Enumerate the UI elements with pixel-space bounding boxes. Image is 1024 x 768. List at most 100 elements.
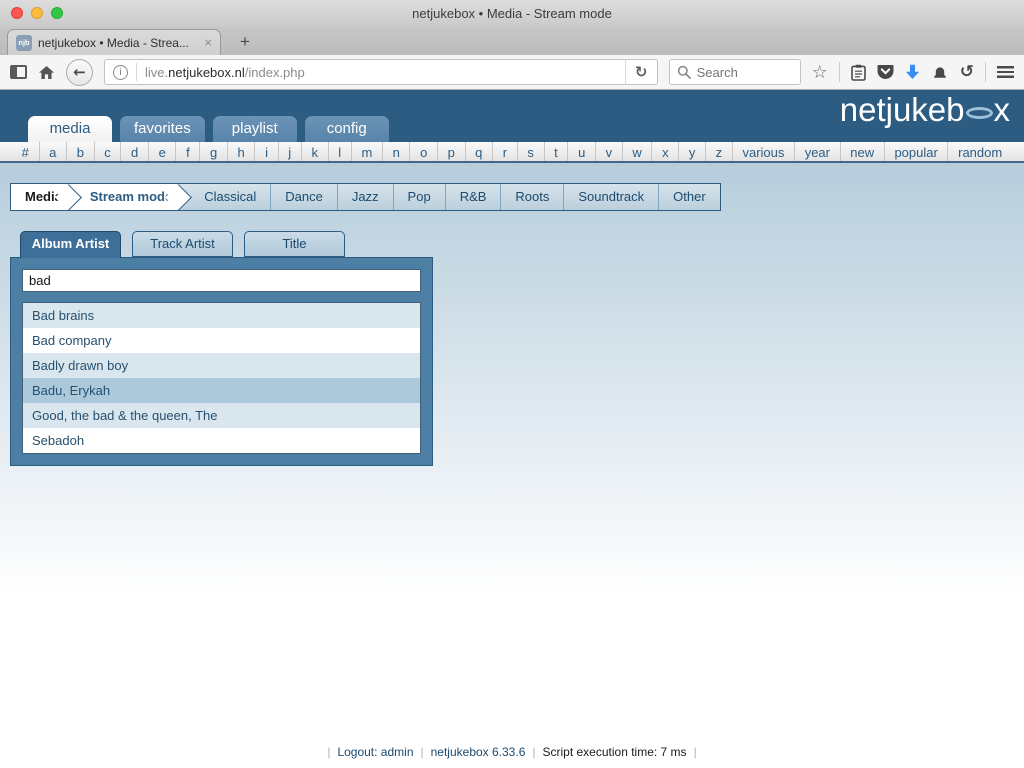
result-row-good-the-bad-the-queen-the[interactable]: Good, the bad & the queen, The	[23, 403, 420, 428]
reload-button[interactable]: ↻	[625, 59, 657, 85]
logout-link[interactable]: Logout: admin	[337, 745, 413, 759]
home-button[interactable]	[38, 65, 55, 80]
version-link[interactable]: netjukebox 6.33.6	[431, 745, 526, 759]
index-item-a[interactable]: a	[39, 142, 67, 161]
genre-dance[interactable]: Dance	[270, 184, 337, 210]
index-item-q[interactable]: q	[465, 142, 493, 161]
site-header: netjukebx media favorites playlist config	[0, 90, 1024, 142]
index-item-v[interactable]: v	[595, 142, 622, 161]
menu-button[interactable]	[997, 66, 1014, 78]
index-item-random[interactable]: random	[947, 142, 1011, 161]
search-tab-track-artist[interactable]: Track Artist	[132, 231, 233, 257]
genre-roots[interactable]: Roots	[500, 184, 563, 210]
site-tab-config[interactable]: config	[305, 116, 389, 142]
index-item-j[interactable]: j	[278, 142, 301, 161]
filter-panel: Bad brainsBad companyBadly drawn boyBadu…	[10, 257, 433, 466]
genre-classical[interactable]: Classical	[179, 184, 270, 210]
index-item-f[interactable]: f	[175, 142, 199, 161]
toolbar-divider	[985, 62, 986, 82]
search-bar[interactable]	[669, 59, 801, 85]
logo-o-ellipse	[966, 107, 993, 119]
reading-list-button[interactable]	[851, 64, 866, 81]
index-item-m[interactable]: m	[351, 142, 382, 161]
bookmark-button[interactable]: ☆	[812, 62, 828, 83]
home-icon	[38, 65, 55, 80]
index-item-year[interactable]: year	[794, 142, 840, 161]
genre-pop[interactable]: Pop	[393, 184, 445, 210]
browser-tab[interactable]: njb netjukebox • Media - Strea... ×	[7, 29, 221, 55]
index-item-various[interactable]: various	[732, 142, 794, 161]
index-item-y[interactable]: y	[678, 142, 705, 161]
index-item-d[interactable]: d	[120, 142, 148, 161]
index-item-h[interactable]: h	[227, 142, 255, 161]
sidebar-toggle-button[interactable]	[10, 65, 27, 79]
index-item-o[interactable]: o	[409, 142, 437, 161]
results-list: Bad brainsBad companyBadly drawn boyBadu…	[22, 302, 421, 454]
pocket-button[interactable]	[877, 64, 894, 80]
genre-soundtrack[interactable]: Soundtrack	[563, 184, 658, 210]
index-item-n[interactable]: n	[382, 142, 410, 161]
url-prefix: live.	[145, 65, 168, 80]
index-item-popular[interactable]: popular	[884, 142, 948, 161]
index-item-s[interactable]: s	[517, 142, 544, 161]
result-row-bad-company[interactable]: Bad company	[23, 328, 420, 353]
url-text[interactable]: live.netjukebox.nl/index.php	[145, 65, 625, 80]
traffic-lights	[11, 7, 63, 19]
result-row-badu-erykah[interactable]: Badu, Erykah	[23, 378, 420, 403]
back-button[interactable]: ←	[66, 59, 93, 86]
genre-r-b[interactable]: R&B	[445, 184, 501, 210]
site-tab-playlist[interactable]: playlist	[213, 116, 297, 142]
browser-tabbar: njb netjukebox • Media - Strea... × +	[0, 27, 1024, 55]
logo-text-left: netjukeb	[840, 91, 965, 128]
search-tab-album-artist[interactable]: Album Artist	[20, 231, 121, 258]
search-tabs: Album Artist Track Artist Title	[20, 231, 1024, 257]
page-content: MediaStream modeClassicalDanceJazzPopR&B…	[0, 163, 1024, 766]
notifications-button[interactable]	[931, 65, 949, 80]
filter-input[interactable]	[22, 269, 421, 292]
breadcrumb-crumb-media[interactable]: Media	[11, 184, 69, 210]
index-item-z[interactable]: z	[705, 142, 732, 161]
result-row-sebadoh[interactable]: Sebadoh	[23, 428, 420, 453]
index-item-c[interactable]: c	[94, 142, 121, 161]
reading-list-icon	[851, 64, 866, 81]
hamburger-icon	[997, 66, 1014, 78]
genre-jazz[interactable]: Jazz	[337, 184, 393, 210]
site-info-icon[interactable]: i	[113, 65, 128, 80]
new-tab-button[interactable]: +	[232, 30, 258, 54]
site-logo: netjukebx	[840, 91, 1010, 129]
script-time: Script execution time: 7 ms	[543, 745, 687, 759]
index-item-t[interactable]: t	[544, 142, 568, 161]
footer-separator: |	[694, 745, 697, 759]
index-item-b[interactable]: b	[66, 142, 94, 161]
index-item-p[interactable]: p	[437, 142, 465, 161]
close-window-button[interactable]	[11, 7, 23, 19]
url-bar[interactable]: i live.netjukebox.nl/index.php ↻	[104, 59, 658, 85]
index-item-u[interactable]: u	[567, 142, 595, 161]
index-item-e[interactable]: e	[148, 142, 176, 161]
index-item-g[interactable]: g	[199, 142, 227, 161]
site-tab-favorites[interactable]: favorites	[120, 116, 205, 142]
history-sync-button[interactable]: ↺	[960, 62, 974, 82]
index-item-w[interactable]: w	[622, 142, 652, 161]
minimize-window-button[interactable]	[31, 7, 43, 19]
index-item-l[interactable]: l	[328, 142, 351, 161]
index-item-x[interactable]: x	[651, 142, 678, 161]
index-item-k[interactable]: k	[301, 142, 328, 161]
index-item-[interactable]: #	[12, 142, 39, 161]
result-row-badly-drawn-boy[interactable]: Badly drawn boy	[23, 353, 420, 378]
zoom-window-button[interactable]	[51, 7, 63, 19]
result-row-bad-brains[interactable]: Bad brains	[23, 303, 420, 328]
breadcrumb-crumb-stream-mode[interactable]: Stream mode	[69, 184, 179, 210]
download-button[interactable]	[905, 64, 920, 80]
tab-close-icon[interactable]: ×	[204, 35, 212, 50]
search-input[interactable]	[697, 65, 787, 80]
genre-other[interactable]: Other	[658, 184, 720, 210]
history-icon: ↺	[960, 62, 974, 82]
index-item-i[interactable]: i	[254, 142, 277, 161]
search-tab-title[interactable]: Title	[244, 231, 345, 257]
index-item-new[interactable]: new	[840, 142, 884, 161]
bell-icon	[931, 65, 949, 80]
breadcrumb: MediaStream modeClassicalDanceJazzPopR&B…	[10, 183, 721, 211]
index-item-r[interactable]: r	[492, 142, 517, 161]
site-tab-media[interactable]: media	[28, 116, 112, 142]
